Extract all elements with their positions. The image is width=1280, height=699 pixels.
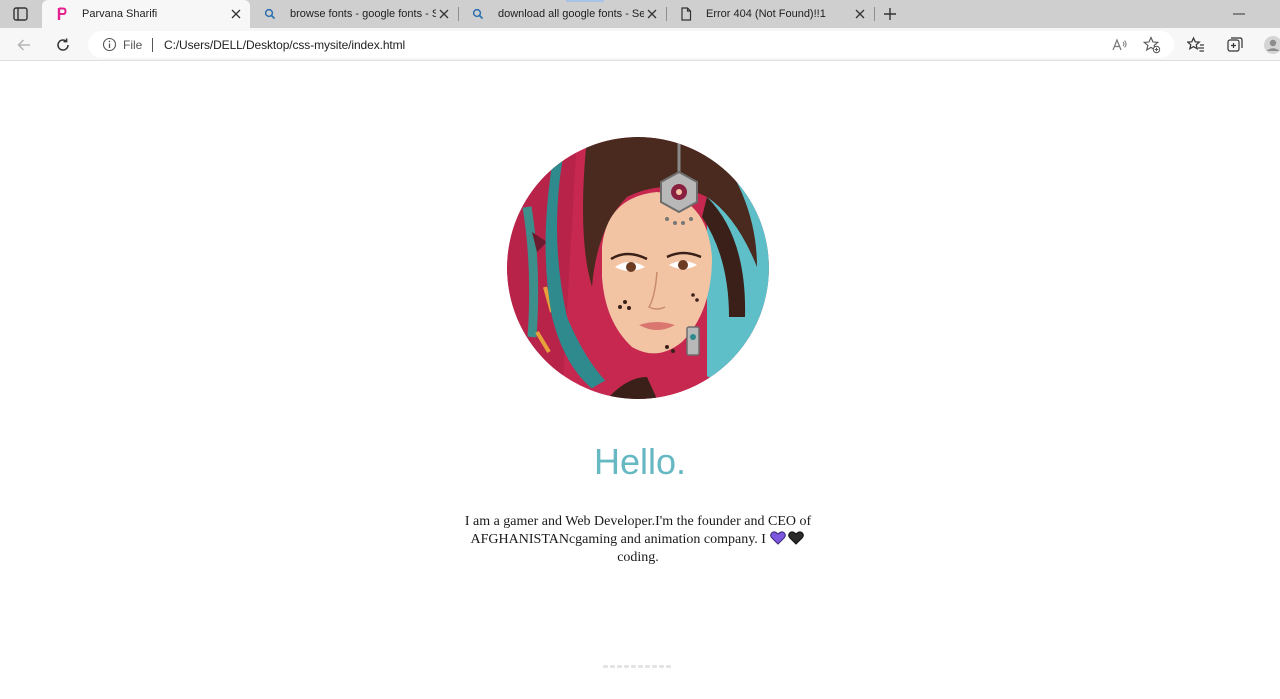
tab-separator: [874, 7, 875, 21]
greeting-heading: Hello.: [593, 441, 687, 482]
tab-title: download all google fonts - Sear: [498, 8, 644, 20]
favorites-icon[interactable]: [1185, 34, 1207, 56]
document-icon: [678, 6, 694, 22]
intro-paragraph: I am a gamer and Web Developer.I'm the f…: [460, 513, 816, 567]
minimize-icon[interactable]: [1230, 6, 1248, 22]
tab-browse-fonts[interactable]: browse fonts - google fonts - Se: [250, 0, 458, 28]
profile-image: [507, 137, 769, 399]
tab-title: Error 404 (Not Found)!!1: [706, 8, 826, 20]
collections-icon[interactable]: [1224, 34, 1246, 56]
close-tab-icon[interactable]: [228, 6, 244, 22]
tab-title: browse fonts - google fonts - Se: [290, 8, 436, 20]
read-aloud-icon[interactable]: [1111, 36, 1129, 54]
p-letter-icon: [54, 6, 70, 22]
purple-heart-icon: [770, 531, 787, 545]
close-tab-icon[interactable]: [436, 6, 452, 22]
info-icon[interactable]: [102, 37, 117, 52]
search-icon: [470, 6, 486, 22]
search-icon: [262, 6, 278, 22]
refresh-icon[interactable]: [52, 34, 74, 56]
tab-error-404[interactable]: Error 404 (Not Found)!!1: [666, 0, 874, 28]
intro-text: I am a gamer and Web Developer.I'm the f…: [464, 514, 812, 547]
address-bar[interactable]: File C:/Users/DELL/Desktop/css-mysite/in…: [88, 31, 1174, 58]
tab-download-fonts[interactable]: download all google fonts - Sear: [458, 0, 666, 28]
browser-toolbar: File C:/Users/DELL/Desktop/css-mysite/in…: [0, 28, 1280, 61]
intro-text-end: coding.: [617, 550, 659, 565]
tab-parvana-sharifi[interactable]: Parvana Sharifi: [42, 0, 250, 28]
new-tab-icon[interactable]: [880, 5, 900, 23]
black-heart-icon: [788, 531, 805, 545]
tab-title: Parvana Sharifi: [82, 8, 158, 20]
tab-actions-icon[interactable]: [8, 5, 34, 23]
url-text[interactable]: C:/Users/DELL/Desktop/css-mysite/index.h…: [164, 38, 405, 52]
tab-strip: Parvana Sharifi browse fonts - google fo…: [0, 0, 1280, 28]
url-divider: [152, 38, 153, 52]
add-favorite-icon[interactable]: [1143, 36, 1161, 54]
profile-avatar-icon[interactable]: [1262, 34, 1280, 56]
close-tab-icon[interactable]: [852, 6, 868, 22]
close-tab-icon[interactable]: [644, 6, 660, 22]
url-scheme-label: File: [123, 38, 143, 52]
back-icon[interactable]: [13, 34, 35, 56]
scroll-hint: [603, 665, 673, 669]
